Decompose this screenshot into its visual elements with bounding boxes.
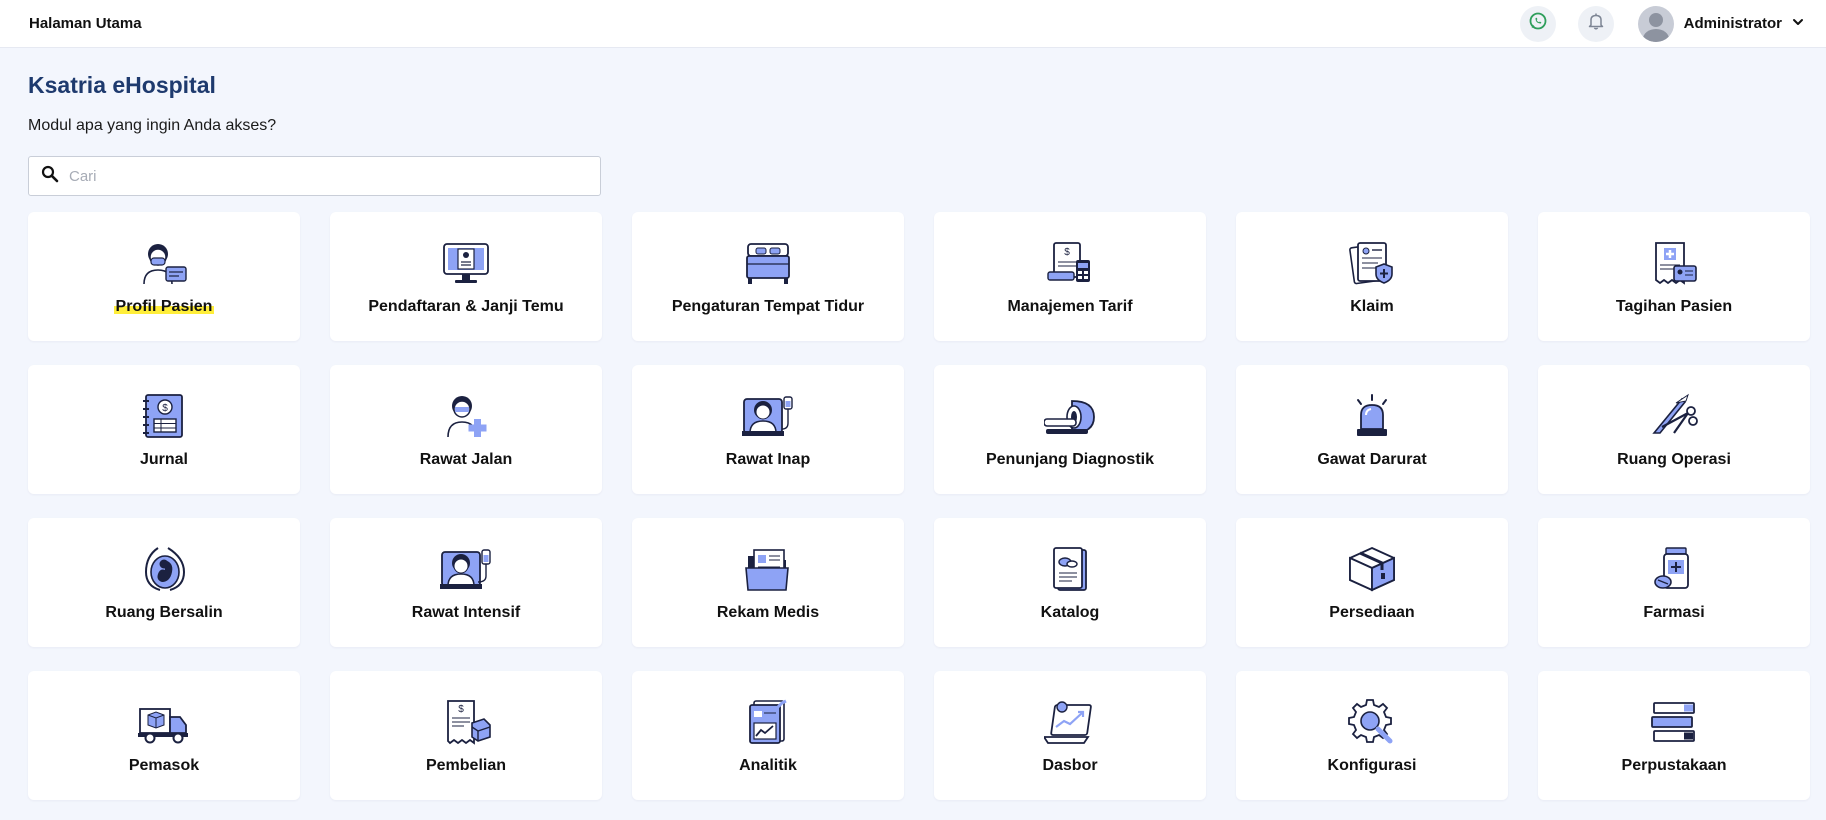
top-bar: Halaman Utama Administrator [0,0,1826,48]
module-grid: Profil Pasien Pendaftaran & Janji Temu Pen… [28,212,1810,800]
dashboard-laptop-icon [1044,699,1096,745]
svg-text:$: $ [458,704,464,715]
module-label: Persediaan [1329,604,1415,621]
module-card-penunjang-diagnostik[interactable]: Penunjang Diagnostik [934,365,1206,494]
patient-bill-icon [1648,240,1700,286]
inpatient-icon [742,393,794,439]
intensive-care-icon [440,546,492,592]
module-card-perpustakaan[interactable]: Perpustakaan [1538,671,1810,800]
search-input[interactable] [69,161,600,191]
catalog-icon [1044,546,1096,592]
module-label: Katalog [1040,604,1100,621]
module-label: Rawat Intensif [411,604,521,621]
module-label: Rawat Jalan [419,451,513,468]
ct-scanner-icon [1044,393,1096,439]
chevron-down-icon [1792,15,1804,33]
module-label: Penunjang Diagnostik [985,451,1154,468]
pharmacy-icon [1648,546,1700,592]
surgery-tools-icon [1648,393,1700,439]
notification-button[interactable] [1577,5,1614,42]
emergency-siren-icon [1346,393,1398,439]
search-box [28,156,601,196]
patient-profile-icon [138,240,190,286]
svg-text:$: $ [162,403,168,414]
module-label: Klaim [1350,298,1394,315]
search-icon [41,165,59,188]
module-label: Pendaftaran & Janji Temu [368,298,564,315]
registration-monitor-icon [440,240,492,286]
module-label: Dasbor [1042,757,1098,774]
module-card-ruang-bersalin[interactable]: Ruang Bersalin [28,518,300,647]
module-label: Rekam Medis [716,604,820,621]
topbar-actions: Administrator [1519,5,1804,42]
user-name: Administrator [1683,15,1782,32]
module-label: Rawat Inap [725,451,811,468]
module-label: Pemasok [128,757,200,774]
module-label: Konfigurasi [1327,757,1417,774]
medical-record-folder-icon [742,546,794,592]
module-label: Profil Pasien [113,298,215,316]
module-card-analitik[interactable]: Analitik [632,671,904,800]
module-label: Perpustakaan [1621,757,1727,774]
module-card-tagihan-pasien[interactable]: Tagihan Pasien [1538,212,1810,341]
maternity-icon [138,546,190,592]
module-label: Ruang Bersalin [105,604,223,621]
module-label: Analitik [739,757,797,774]
module-label: Tagihan Pasien [1615,298,1733,315]
module-card-gawat-darurat[interactable]: Gawat Darurat [1236,365,1508,494]
module-card-rawat-intensif[interactable]: Rawat Intensif [330,518,602,647]
svg-text:$: $ [1064,247,1070,258]
supplier-truck-icon [138,699,190,745]
tariff-calculator-icon: $ [1044,240,1096,286]
module-card-farmasi[interactable]: Farmasi [1538,518,1810,647]
module-label: Manajemen Tarif [1007,298,1133,315]
claim-document-icon [1346,240,1398,286]
module-card-rawat-inap[interactable]: Rawat Inap [632,365,904,494]
page-title: Ksatria eHospital [28,72,216,98]
avatar [1637,5,1674,42]
journal-icon: $ [138,393,190,439]
inventory-box-icon [1346,546,1398,592]
module-label: Pengaturan Tempat Tidur [671,298,865,315]
breadcrumb: Halaman Utama [29,15,142,32]
module-card-persediaan[interactable]: Persediaan [1236,518,1508,647]
module-label: Gawat Darurat [1317,451,1427,468]
bed-icon [742,240,794,286]
module-card-rawat-jalan[interactable]: Rawat Jalan [330,365,602,494]
module-card-dasbor[interactable]: Dasbor [934,671,1206,800]
module-card-jurnal[interactable]: $ Jurnal [28,365,300,494]
module-label: Pembelian [425,757,507,774]
module-label: Jurnal [139,451,188,468]
page-subtitle: Modul apa yang ingin Anda akses? [28,117,277,134]
outpatient-icon [440,393,492,439]
user-menu[interactable]: Administrator [1637,5,1804,42]
purchase-receipt-icon: $ [440,699,492,745]
module-card-pembelian[interactable]: $ Pembelian [330,671,602,800]
module-card-katalog[interactable]: Katalog [934,518,1206,647]
whatsapp-icon [1528,11,1548,36]
analytics-icon [742,699,794,745]
module-card-rekam-medis[interactable]: Rekam Medis [632,518,904,647]
module-label: Farmasi [1643,604,1705,621]
module-card-klaim[interactable]: Klaim [1236,212,1508,341]
configuration-gear-icon [1346,699,1398,745]
module-card-konfigurasi[interactable]: Konfigurasi [1236,671,1508,800]
library-books-icon [1648,699,1700,745]
module-card-manajemen-tarif[interactable]: $ Manajemen Tarif [934,212,1206,341]
module-card-pemasok[interactable]: Pemasok [28,671,300,800]
bell-icon [1586,11,1606,36]
whatsapp-button[interactable] [1519,5,1556,42]
module-card-pengaturan-tempat-tidur[interactable]: Pengaturan Tempat Tidur [632,212,904,341]
module-card-ruang-operasi[interactable]: Ruang Operasi [1538,365,1810,494]
module-card-profil-pasien[interactable]: Profil Pasien [28,212,300,341]
module-card-pendaftaran-and-janji-temu[interactable]: Pendaftaran & Janji Temu [330,212,602,341]
module-label: Ruang Operasi [1617,451,1731,468]
